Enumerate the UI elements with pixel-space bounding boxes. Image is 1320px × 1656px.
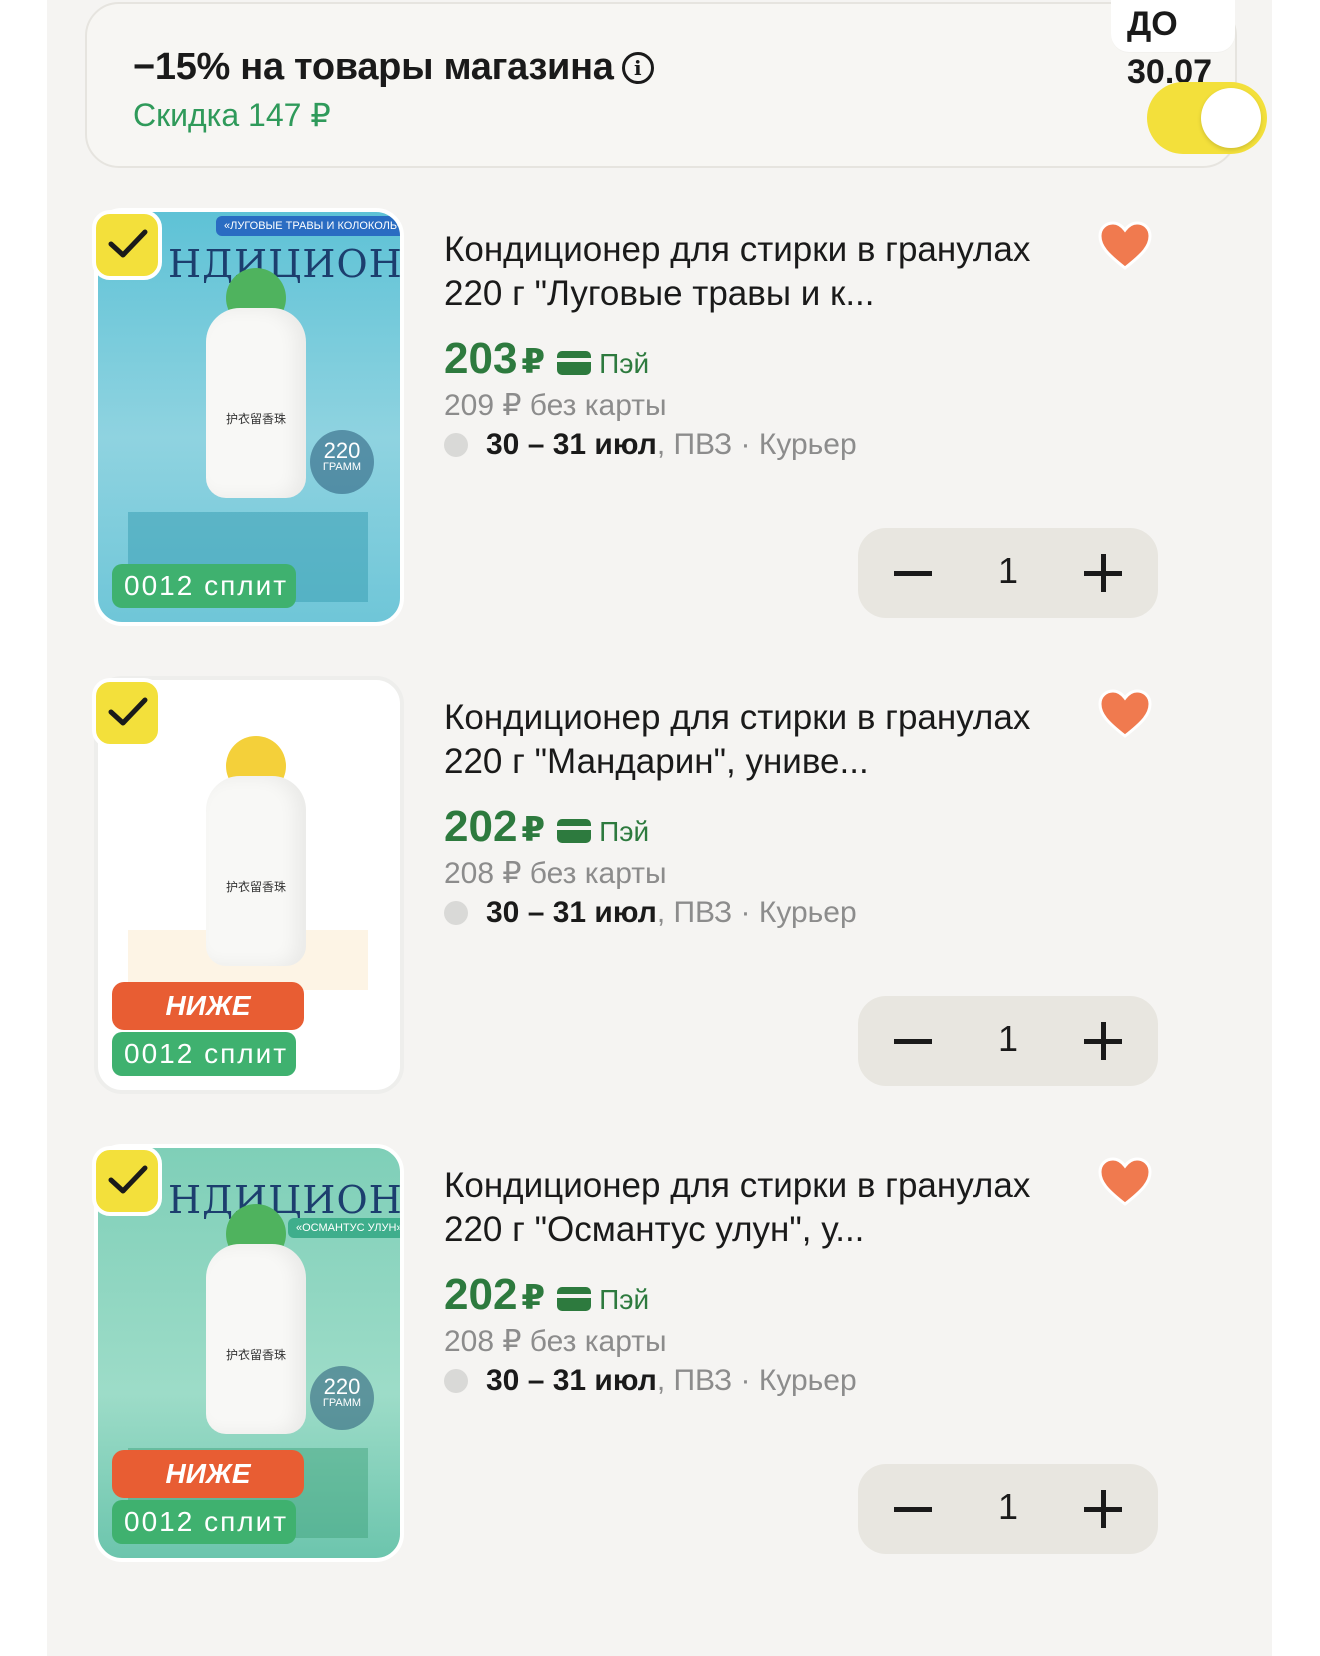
quantity-value: 1	[997, 1018, 1019, 1059]
price-row: 203 ₽ Пэй	[444, 334, 649, 384]
heart-icon[interactable]	[1097, 220, 1153, 272]
heart-icon[interactable]	[1097, 688, 1153, 740]
bottle-label: 护衣留香珠	[225, 412, 286, 426]
grams-unit: ГРАММ	[322, 1397, 362, 1409]
grams-badge: 220 ГРАММ	[310, 430, 374, 494]
delivery-dot-icon	[444, 433, 468, 457]
quantity-value: 1	[997, 550, 1019, 591]
checkmark-icon	[108, 229, 148, 258]
delivery-info: 30 – 31 июл , ПВЗ · Курьер	[444, 1364, 857, 1398]
store-discount-card: −15% на товары магазина i Скидка 147 ₽ ДО…	[85, 0, 1267, 168]
promo-discount: Скидка 147 ₽	[133, 97, 331, 133]
price-without-card: 208 ₽ без карты	[444, 857, 667, 890]
minus-icon[interactable]	[894, 1039, 932, 1044]
select-checkbox[interactable]	[92, 678, 162, 748]
delivery-info: 30 – 31 июл , ПВЗ · Курьер	[444, 896, 857, 930]
delivery-date: 30 – 31 июл	[486, 896, 657, 929]
grams-value: 220	[323, 438, 361, 463]
bottle-label: 护衣留香珠	[225, 1348, 286, 1362]
product-title[interactable]: Кондиционер для стирки в гранулах 220 г …	[444, 696, 1084, 784]
card-icon	[557, 351, 592, 375]
plus-icon[interactable]	[1084, 1022, 1122, 1060]
split-badge: 0012 сплит	[112, 1500, 296, 1544]
delivery-methods: , ПВЗ · Курьер	[656, 1364, 857, 1397]
checkmark-icon	[108, 697, 148, 726]
quantity-value: 1	[997, 1486, 1019, 1527]
bottle	[206, 308, 306, 498]
info-icon[interactable]: i	[621, 52, 654, 84]
discount-toggle[interactable]	[1147, 82, 1267, 154]
delivery-methods: , ПВЗ · Курьер	[656, 428, 857, 461]
grams-unit: ГРАММ	[322, 461, 362, 473]
below-market-badge: НИЖЕ РЫНКА	[112, 982, 304, 1069]
select-checkbox[interactable]	[92, 1146, 162, 1216]
cart-item: НДИЦИОНЕР «ОСМАНТУС УЛУН» 护衣留香珠 220ГРАММ…	[47, 1144, 1272, 1614]
price-without-card: 208 ₽ без карты	[444, 1325, 667, 1358]
image-brand-text: НДИЦИОНЕР	[168, 1178, 403, 1222]
currency: ₽	[521, 1279, 546, 1317]
cart-item: 护衣留香珠 НИЖЕ РЫНКА 0012 сплит Кондиционер …	[47, 676, 1272, 1146]
image-tag: «ЛУГОВЫЕ ТРАВЫ И КОЛОКОЛЬЧИК»	[216, 216, 400, 236]
card-icon	[557, 1287, 592, 1311]
pay-label: Пэй	[599, 348, 650, 379]
bottle	[206, 1244, 306, 1434]
split-badge: 0012 сплит	[112, 564, 296, 608]
quantity-stepper: 1	[858, 996, 1158, 1086]
delivery-dot-icon	[444, 1369, 468, 1393]
below-market-badge: НИЖЕ РЫНКА	[112, 1450, 304, 1537]
grams-badge: 220 ГРАММ	[310, 1366, 374, 1430]
quantity-stepper: 1	[858, 1464, 1158, 1554]
delivery-info: 30 – 31 июл , ПВЗ · Курьер	[444, 428, 857, 462]
split-badge-text: 0012 сплит	[124, 1038, 289, 1069]
split-badge: 0012 сплит	[112, 1032, 296, 1076]
price: 202	[444, 802, 518, 851]
delivery-dot-icon	[444, 901, 468, 925]
deadline-badge: ДО 30.07	[1111, 0, 1235, 91]
split-badge-text: 0012 сплит	[124, 1506, 289, 1537]
minus-icon[interactable]	[894, 1507, 932, 1512]
card-icon	[557, 819, 592, 843]
price-without-card: 209 ₽ без карты	[444, 389, 667, 422]
currency: ₽	[521, 811, 546, 849]
image-tag: «ОСМАНТУС УЛУН»	[288, 1218, 400, 1238]
heart-icon[interactable]	[1097, 1156, 1153, 1208]
minus-icon[interactable]	[894, 571, 932, 576]
delivery-date: 30 – 31 июл	[486, 1364, 657, 1397]
delivery-date: 30 – 31 июл	[486, 428, 657, 461]
plus-icon[interactable]	[1084, 1490, 1122, 1528]
select-checkbox[interactable]	[92, 210, 162, 280]
price-row: 202 ₽ Пэй	[444, 802, 649, 852]
plus-icon[interactable]	[1084, 554, 1122, 592]
bottle	[206, 776, 306, 966]
product-title[interactable]: Кондиционер для стирки в гранулах 220 г …	[444, 228, 1084, 316]
image-brand-text: НДИЦИОНЕР	[168, 242, 403, 286]
promo-title: −15% на товары магазина i	[133, 46, 654, 89]
checkmark-icon	[108, 1165, 148, 1194]
price: 202	[444, 1270, 518, 1319]
split-badge-text: 0012 сплит	[124, 570, 289, 601]
promo-title-text: −15% на товары магазина	[133, 46, 614, 88]
cart-item: «ЛУГОВЫЕ ТРАВЫ И КОЛОКОЛЬЧИК» НДИЦИОНЕР …	[47, 208, 1272, 678]
cart-panel: −15% на товары магазина i Скидка 147 ₽ ДО…	[47, 0, 1272, 1656]
pay-label: Пэй	[599, 816, 650, 847]
currency: ₽	[521, 343, 546, 381]
pay-label: Пэй	[599, 1284, 650, 1315]
toggle-knob	[1201, 88, 1261, 148]
product-title[interactable]: Кондиционер для стирки в гранулах 220 г …	[444, 1164, 1084, 1252]
bottle-label: 护衣留香珠	[225, 880, 286, 894]
grams-value: 220	[323, 1374, 361, 1399]
price-row: 202 ₽ Пэй	[444, 1270, 649, 1320]
price: 203	[444, 334, 518, 383]
delivery-methods: , ПВЗ · Курьер	[656, 896, 857, 929]
quantity-stepper: 1	[858, 528, 1158, 618]
